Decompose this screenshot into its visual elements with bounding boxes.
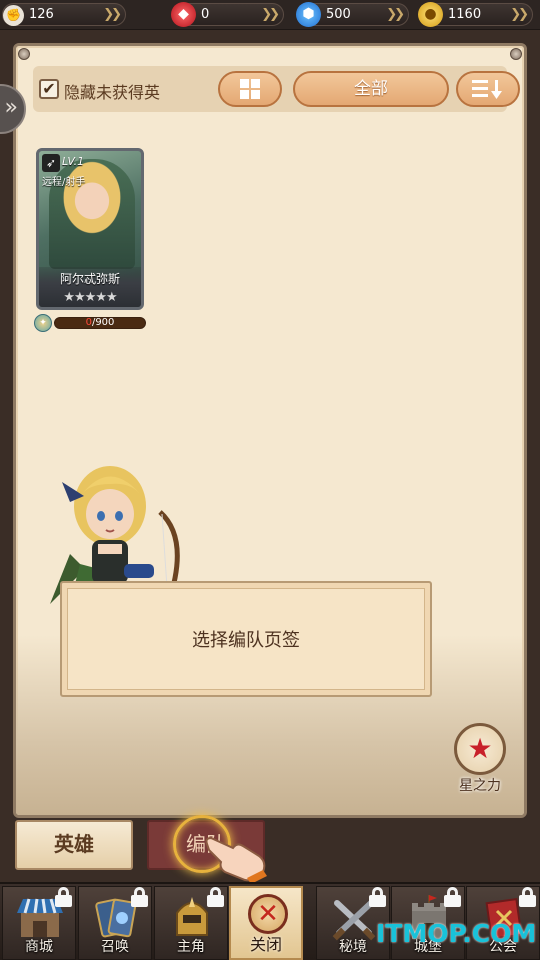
nav-protagonist[interactable]: 主角 xyxy=(154,886,228,960)
bow-class-icon: ➶ xyxy=(42,154,60,172)
ruby-icon: ◆ xyxy=(171,2,196,27)
grid-view-button[interactable] xyxy=(218,71,282,107)
nav-close-button[interactable]: ✕ 关闭 xyxy=(229,886,303,960)
nav-summon[interactable]: 召唤 xyxy=(78,886,152,960)
filter-bar: ✔ 隐藏未获得英 全部 xyxy=(33,66,520,112)
chevron-right-icon: ❯❯ xyxy=(510,7,529,22)
hero-name: 阿尔忒弥斯 xyxy=(59,272,120,286)
gold-counter[interactable]: ● 1160 ❯❯ xyxy=(418,2,533,27)
hero-level: LV.1 xyxy=(62,155,85,168)
nav-shop[interactable]: 商城 xyxy=(2,886,76,960)
diamond-counter[interactable]: ⬢ 500 ❯❯ xyxy=(296,2,409,27)
filter-all-button[interactable]: 全部 xyxy=(293,71,449,107)
diamond-value: 500 xyxy=(326,7,351,22)
grid-icon xyxy=(240,79,260,99)
chevron-right-icon: ❯❯ xyxy=(261,7,280,22)
red-star-icon: ★ xyxy=(454,723,506,775)
nav-shop-label: 商城 xyxy=(25,939,53,955)
hide-unowned-label: 隐藏未获得英 xyxy=(64,83,161,102)
lock-icon xyxy=(369,887,386,907)
energy-value: 126 xyxy=(29,7,54,22)
chevron-right-icon: ❯❯ xyxy=(386,7,405,22)
tab-hero[interactable]: 英雄 xyxy=(15,820,133,870)
nav-summon-label: 召唤 xyxy=(101,939,129,955)
pointing-hand-icon xyxy=(205,836,267,884)
close-icon: ✕ xyxy=(248,894,288,934)
lock-icon xyxy=(444,887,461,907)
rivet-decoration xyxy=(18,48,30,60)
gold-value: 1160 xyxy=(448,7,482,22)
star-power-label: 星之力 xyxy=(459,778,501,794)
nav-protagonist-label: 主角 xyxy=(177,939,205,955)
ruby-counter[interactable]: ◆ 0 ❯❯ xyxy=(171,2,284,27)
hero-list-panel: ✔ 隐藏未获得英 全部 ➶ LV.1 远程/射手 阿尔忒弥斯 ★★★★★ ✦ 0… xyxy=(13,43,527,818)
site-watermark: ITMOP.COM xyxy=(376,919,537,948)
rivet-decoration xyxy=(510,48,522,60)
energy-counter[interactable]: ✊ 126 ❯❯ xyxy=(2,3,126,26)
sort-button[interactable] xyxy=(456,71,520,107)
resource-bar: ✊ 126 ❯❯ ◆ 0 ❯❯ ⬢ 500 ❯❯ ● 1160 ❯❯ xyxy=(0,0,540,30)
lock-icon xyxy=(207,887,224,907)
ruby-value: 0 xyxy=(201,7,210,22)
sort-icon xyxy=(472,80,502,99)
tutorial-dialog[interactable]: 选择编队页签 xyxy=(60,581,432,697)
lock-icon xyxy=(55,887,72,907)
energy-icon: ✊ xyxy=(3,5,24,26)
shard-total: /900 xyxy=(91,317,115,328)
nav-close-label: 关闭 xyxy=(249,935,282,954)
hero-shard-progress: ✦ 0/900 xyxy=(34,314,146,332)
hero-role: 远程/射手 xyxy=(42,177,86,188)
tutorial-dialog-text: 选择编队页签 xyxy=(192,630,300,651)
lock-icon xyxy=(131,887,148,907)
hero-card[interactable]: ➶ LV.1 远程/射手 阿尔忒弥斯 ★★★★★ xyxy=(36,148,144,310)
gold-coin-icon: ● xyxy=(418,2,443,27)
hero-star-rating: ★★★★★ xyxy=(63,290,117,305)
chevron-right-icon: ❯❯ xyxy=(103,7,122,22)
diamond-icon: ⬢ xyxy=(296,2,321,27)
checkbox-checked-icon[interactable]: ✔ xyxy=(39,79,59,99)
shard-progress-bar: 0/900 xyxy=(54,317,146,329)
star-power-button[interactable]: ★ 星之力 xyxy=(450,723,510,803)
hero-shard-icon: ✦ xyxy=(34,314,52,332)
lock-icon xyxy=(519,887,536,907)
